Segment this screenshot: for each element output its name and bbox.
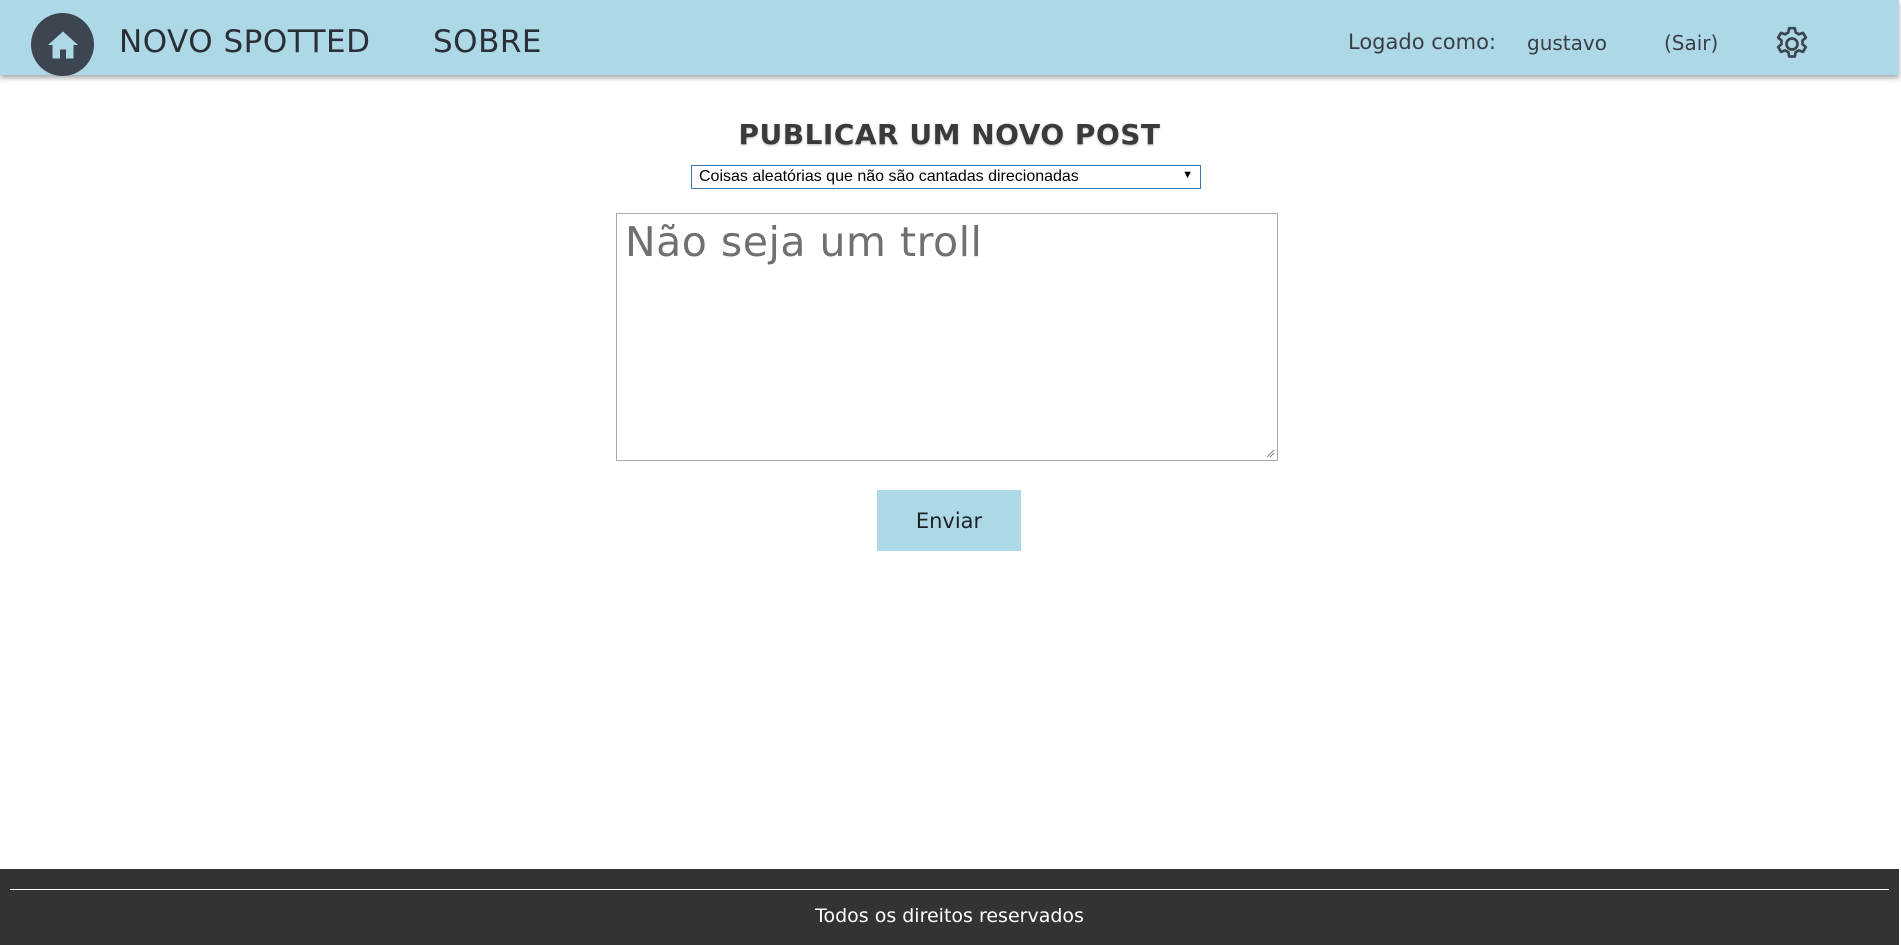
resize-grip-icon[interactable]	[1265, 448, 1275, 458]
nav-about-link[interactable]: SOBRE	[433, 24, 542, 60]
nav-new-post-link[interactable]: NOVO SPOTTED	[119, 24, 371, 60]
page-title: PUBLICAR UM NOVO POST	[738, 118, 1161, 151]
top-navbar: NOVO SPOTTED SOBRE Logado como: gustavo …	[0, 0, 1899, 76]
category-select[interactable]: Coisas aleatórias que não são cantadas d…	[691, 165, 1201, 189]
dropdown-arrow-icon: ▼	[1182, 169, 1193, 181]
footer-copyright: Todos os direitos reservados	[815, 905, 1084, 927]
settings-button[interactable]	[1772, 24, 1812, 64]
category-select-value: Coisas aleatórias que não são cantadas d…	[699, 168, 1079, 185]
footer: Todos os direitos reservados	[0, 869, 1899, 945]
gear-icon	[1776, 26, 1808, 58]
submit-button[interactable]: Enviar	[877, 490, 1021, 551]
username: gustavo	[1527, 31, 1607, 55]
home-icon	[47, 31, 78, 58]
home-button[interactable]	[31, 13, 94, 76]
logged-in-label: Logado como:	[1348, 30, 1497, 54]
post-textarea-placeholder: Não seja um troll	[625, 218, 983, 266]
logout-link[interactable]: (Sair)	[1664, 31, 1718, 55]
post-textarea[interactable]: Não seja um troll	[616, 213, 1278, 461]
footer-divider	[10, 889, 1889, 890]
